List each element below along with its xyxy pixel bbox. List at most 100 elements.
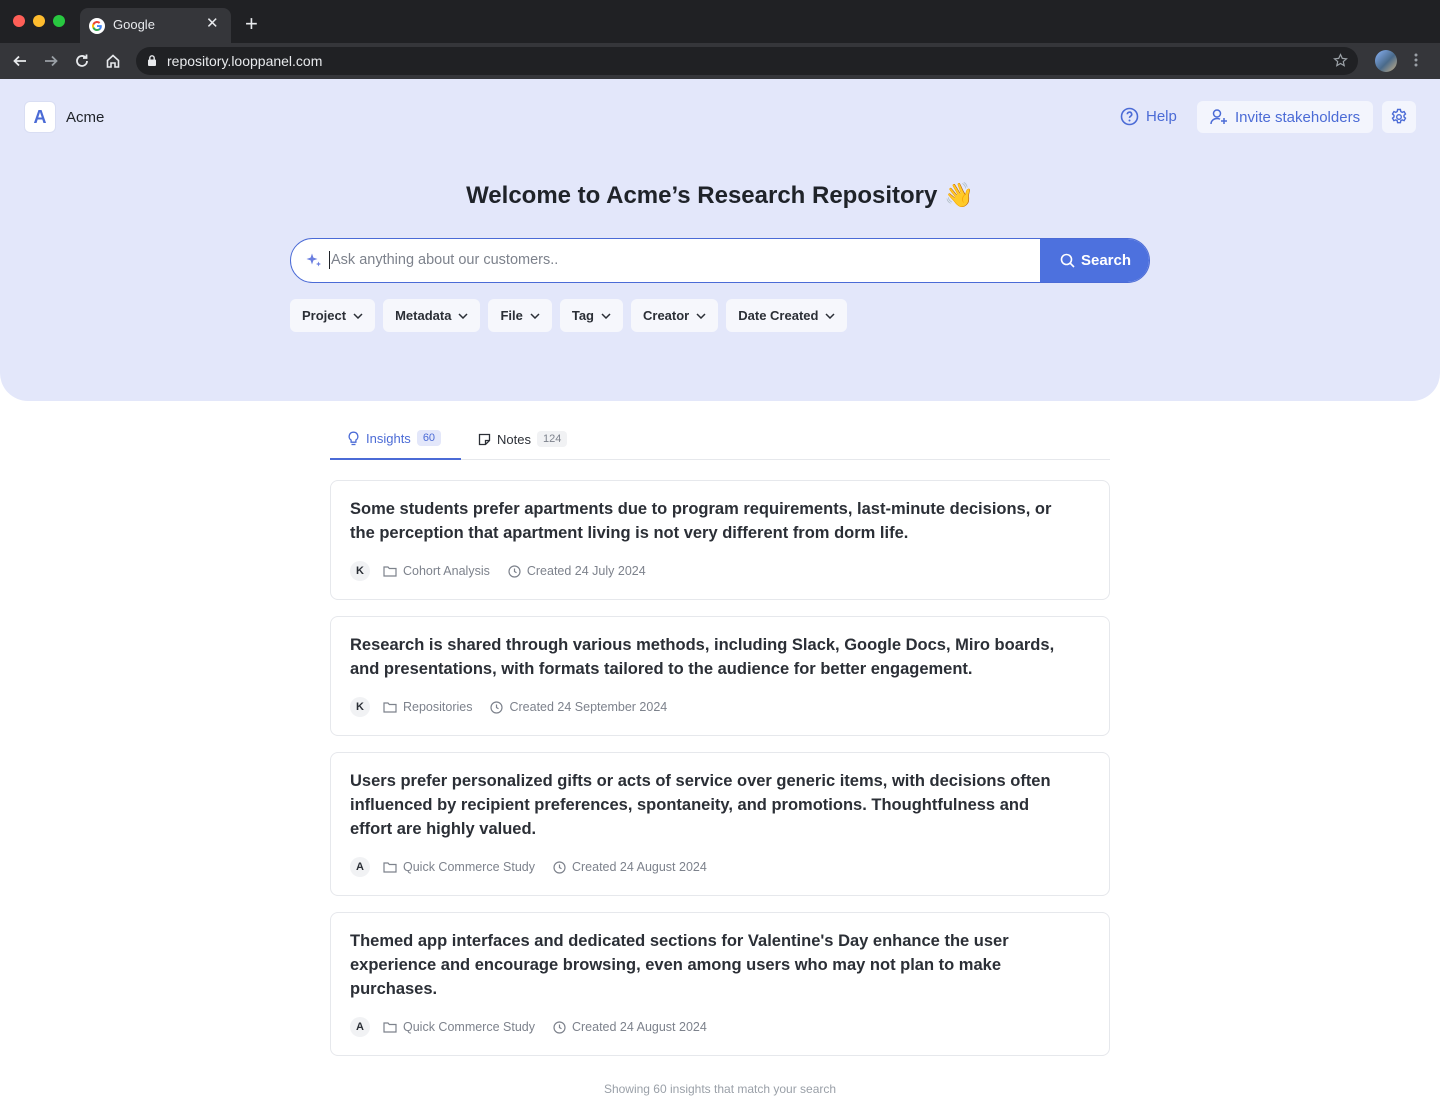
results-tabs: Insights 60 Notes 124 <box>330 418 1110 460</box>
insight-meta: A Quick Commerce Study Created 24 August… <box>350 1017 725 1037</box>
filter-file[interactable]: File <box>488 299 552 332</box>
filter-label: File <box>500 308 523 323</box>
insight-meta: A Quick Commerce Study Created 24 August… <box>350 857 725 877</box>
project-name: Quick Commerce Study <box>403 1020 535 1034</box>
created-text: Created 24 September 2024 <box>509 700 668 714</box>
folder-icon <box>383 566 397 577</box>
filter-bar: Project Metadata File Tag Creator Date C… <box>290 299 848 332</box>
help-button[interactable]: Help <box>1120 107 1177 126</box>
search-bar: Search <box>290 238 1150 283</box>
bookmark-star-icon[interactable] <box>1333 53 1348 73</box>
home-icon[interactable] <box>103 51 123 71</box>
project-name: Quick Commerce Study <box>403 860 535 874</box>
project-link[interactable]: Quick Commerce Study <box>383 1020 535 1034</box>
filter-creator[interactable]: Creator <box>631 299 719 332</box>
folder-icon <box>383 862 397 873</box>
insight-text: Research is shared through various metho… <box>350 636 1055 678</box>
chevron-down-icon <box>458 312 468 319</box>
hero-section: A Acme Help Invite stakeholders Welcome … <box>0 79 1440 401</box>
search-button[interactable]: Search <box>1040 239 1149 282</box>
project-link[interactable]: Quick Commerce Study <box>383 860 535 874</box>
insight-text: Some students prefer apartments due to p… <box>350 500 1052 542</box>
chevron-down-icon <box>601 312 611 319</box>
filter-metadata[interactable]: Metadata <box>383 299 481 332</box>
settings-button[interactable] <box>1382 101 1416 133</box>
tab-count-badge: 124 <box>536 431 568 447</box>
search-button-label: Search <box>1080 252 1132 269</box>
clock-icon <box>553 860 566 874</box>
reload-icon[interactable] <box>72 51 92 71</box>
chevron-down-icon <box>530 312 540 319</box>
author-avatar: A <box>350 857 370 877</box>
gear-icon <box>1391 108 1407 124</box>
author-avatar: A <box>350 1017 370 1037</box>
insight-card[interactable]: Some students prefer apartments due to p… <box>330 480 1110 600</box>
clock-icon <box>553 1020 566 1034</box>
created-date: Created 24 August 2024 <box>553 860 707 874</box>
author-avatar: K <box>350 561 370 581</box>
help-icon <box>1120 107 1139 126</box>
workspace-logo[interactable]: A <box>24 101 56 133</box>
tab-label: Notes <box>497 431 531 447</box>
filter-label: Tag <box>571 308 594 323</box>
results-summary: Showing 60 insights that match your sear… <box>603 1082 837 1096</box>
insight-card[interactable]: Research is shared through various metho… <box>330 616 1110 736</box>
insight-card[interactable]: Users prefer personalized gifts or acts … <box>330 752 1110 896</box>
filter-label: Project <box>302 308 347 323</box>
profile-avatar[interactable] <box>1375 50 1397 72</box>
search-icon <box>1060 253 1075 268</box>
chevron-down-icon <box>825 312 835 319</box>
invite-stakeholders-button[interactable]: Invite stakeholders <box>1197 101 1374 133</box>
tab-label: Insights <box>366 430 411 446</box>
project-name: Cohort Analysis <box>403 564 490 578</box>
chevron-down-icon <box>696 312 706 319</box>
insight-text: Users prefer personalized gifts or acts … <box>350 772 1051 838</box>
text-caret <box>329 251 330 269</box>
insight-card[interactable]: Themed app interfaces and dedicated sect… <box>330 912 1110 1056</box>
filter-project[interactable]: Project <box>290 299 376 332</box>
created-text: Created 24 August 2024 <box>571 860 707 874</box>
forward-icon[interactable] <box>41 51 61 71</box>
filter-label: Date Created <box>738 308 819 323</box>
back-icon[interactable] <box>10 51 30 71</box>
insight-meta: K Cohort Analysis Created 24 July 2024 <box>350 561 664 581</box>
clock-icon <box>508 564 521 578</box>
browser-menu-icon[interactable] <box>1414 52 1418 73</box>
tab-insights[interactable]: Insights 60 <box>330 418 461 460</box>
close-window-button[interactable] <box>13 15 25 27</box>
filter-label: Creator <box>643 308 690 323</box>
created-date: Created 24 September 2024 <box>490 700 667 714</box>
browser-tab[interactable]: Google ✕ <box>80 8 231 43</box>
search-input[interactable] <box>331 239 1031 281</box>
clock-icon <box>490 700 504 714</box>
filter-tag[interactable]: Tag <box>559 299 623 332</box>
maximize-window-button[interactable] <box>53 15 65 27</box>
minimize-window-button[interactable] <box>33 15 45 27</box>
tab-notes[interactable]: Notes 124 <box>478 418 568 460</box>
project-link[interactable]: Cohort Analysis <box>383 564 490 578</box>
workspace-name[interactable]: Acme <box>66 109 104 126</box>
browser-titlebar: Google ✕ + <box>0 0 1440 43</box>
lock-icon <box>147 54 157 72</box>
help-label: Help <box>1146 108 1177 125</box>
filter-date-created[interactable]: Date Created <box>726 299 848 332</box>
page-title: Welcome to Acme’s Research Repository 👋 <box>466 182 974 209</box>
chevron-down-icon <box>353 312 363 319</box>
new-tab-icon[interactable]: + <box>245 13 258 35</box>
ai-sparkle-icon <box>305 251 323 274</box>
project-link[interactable]: Repositories <box>383 700 472 714</box>
created-date: Created 24 July 2024 <box>508 564 646 578</box>
url-text: repository.looppanel.com <box>167 53 323 69</box>
address-bar[interactable]: repository.looppanel.com <box>136 47 1358 75</box>
created-date: Created 24 August 2024 <box>553 1020 707 1034</box>
tab-title: Google <box>113 17 155 32</box>
insight-meta: K Repositories Created 24 September 2024 <box>350 697 685 717</box>
browser-toolbar: repository.looppanel.com <box>0 43 1440 79</box>
insight-text: Themed app interfaces and dedicated sect… <box>350 932 1009 998</box>
close-tab-icon[interactable]: ✕ <box>206 15 219 33</box>
note-icon <box>478 433 491 445</box>
created-text: Created 24 August 2024 <box>571 1020 707 1034</box>
filter-label: Metadata <box>395 308 452 323</box>
lightbulb-icon <box>348 431 359 445</box>
google-favicon-icon <box>89 18 105 34</box>
